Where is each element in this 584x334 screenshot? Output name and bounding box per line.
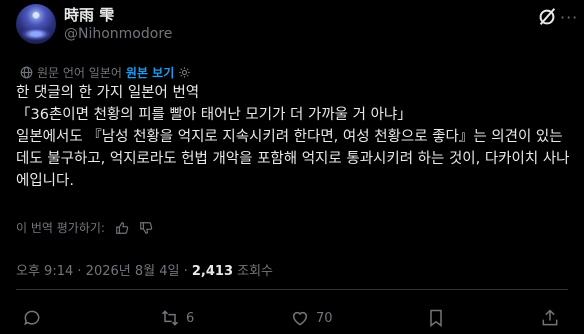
show-original-link[interactable]: 원본 보기 bbox=[126, 64, 174, 81]
post-text: 한 댓글의 한 가지 일본어 번역 「36촌이면 천황의 피를 빨아 태어난 모… bbox=[16, 82, 576, 192]
repost-icon bbox=[161, 310, 179, 326]
thumb-up-icon[interactable] bbox=[115, 221, 129, 235]
author-name[interactable]: 時雨 雫 bbox=[64, 4, 114, 25]
post-line: 「36촌이면 천황의 피를 빨아 태어난 모기가 더 가까울 거 아냐」 bbox=[16, 107, 412, 123]
bookmark-button[interactable] bbox=[426, 308, 446, 328]
author-handle[interactable]: @Nihonmodore bbox=[64, 26, 172, 42]
like-count: 70 bbox=[316, 310, 333, 326]
tweet-detail: 時雨 雫 @Nihonmodore ··· 원문 언어 일본어 원본 보기 한 … bbox=[0, 0, 584, 334]
globe-icon bbox=[20, 66, 33, 79]
post-date[interactable]: 2026년 8월 4일 bbox=[86, 264, 180, 279]
avatar[interactable] bbox=[16, 4, 56, 44]
like-icon bbox=[293, 311, 307, 326]
reply-icon bbox=[24, 310, 40, 326]
translation-notice-text: 원문 언어 일본어 bbox=[37, 66, 122, 80]
rate-translation: 이 번역 평가하기: bbox=[16, 219, 153, 236]
grok-icon[interactable] bbox=[536, 6, 558, 28]
divider bbox=[16, 289, 568, 290]
like-button[interactable]: 70 bbox=[290, 308, 333, 328]
meta-separator: · bbox=[183, 264, 188, 279]
post-time[interactable]: 오후 9:14 bbox=[16, 264, 73, 279]
post-meta: 오후 9:14 · 2026년 8월 4일 · 2,413 조회수 bbox=[16, 260, 273, 279]
reply-button[interactable] bbox=[22, 308, 48, 328]
thumb-down-icon[interactable] bbox=[139, 221, 153, 235]
views-count: 2,413 bbox=[191, 264, 233, 279]
gear-icon[interactable] bbox=[178, 66, 191, 79]
share-icon bbox=[542, 309, 558, 326]
post-line: 한 댓글의 한 가지 일본어 번역 bbox=[16, 85, 200, 101]
translation-notice: 원문 언어 일본어 원본 보기 bbox=[20, 64, 191, 81]
meta-separator: · bbox=[77, 264, 82, 279]
rate-translation-label: 이 번역 평가하기: bbox=[16, 221, 105, 235]
more-icon[interactable]: ··· bbox=[560, 8, 578, 27]
post-line: 일본에서도 『남성 천황을 억지로 지속시키려 한다면, 여성 천황으로 좋다』… bbox=[16, 129, 570, 189]
views-label: 조회수 bbox=[237, 264, 274, 279]
repost-count: 6 bbox=[186, 310, 195, 326]
repost-button[interactable]: 6 bbox=[160, 308, 194, 328]
bookmark-icon bbox=[430, 309, 442, 327]
share-button[interactable] bbox=[540, 308, 560, 328]
